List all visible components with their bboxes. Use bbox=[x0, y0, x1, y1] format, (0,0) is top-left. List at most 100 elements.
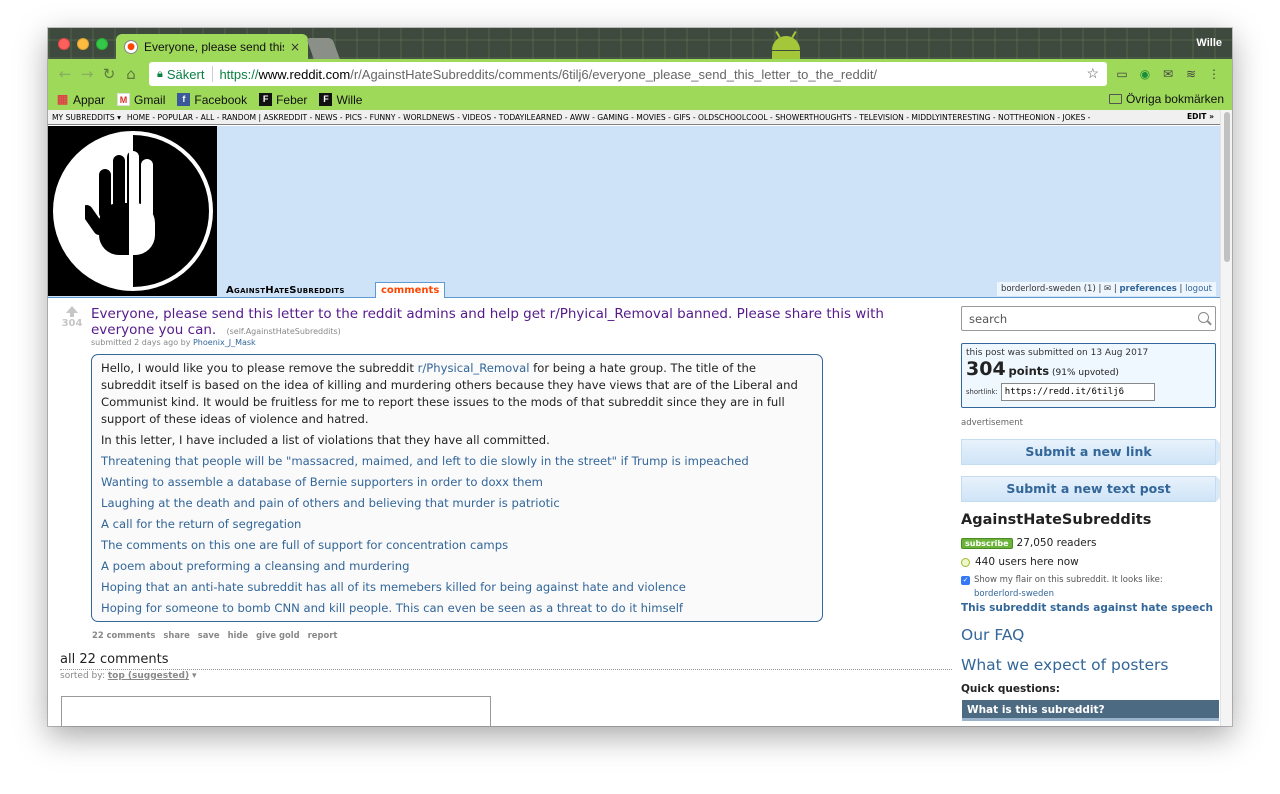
browser-tab-active[interactable]: ● Everyone, please send this letter to t… bbox=[116, 34, 308, 59]
post-domain[interactable]: (self.AgainstHateSubreddits) bbox=[227, 327, 341, 336]
tab-comments[interactable]: comments bbox=[375, 282, 446, 298]
report-link[interactable]: report bbox=[308, 630, 338, 640]
save-link[interactable]: save bbox=[198, 630, 220, 640]
profile-name[interactable]: Wille bbox=[1196, 37, 1222, 49]
violation-link[interactable]: Hoping that an anti-hate subreddit has a… bbox=[101, 579, 813, 596]
subreddit-links[interactable]: HOME - POPULAR - ALL - RANDOM | ASKREDDI… bbox=[127, 113, 1220, 122]
back-icon[interactable]: ← bbox=[54, 65, 76, 83]
sidebar-subreddit-title[interactable]: AgainstHateSubreddits bbox=[961, 512, 1151, 528]
address-bar[interactable]: 🔒︎ Säkert https://www.reddit.com/r/Again… bbox=[149, 62, 1107, 86]
upvote-ratio: (91% upvoted) bbox=[1052, 368, 1119, 378]
bookmark-star-icon[interactable]: ☆ bbox=[1086, 65, 1099, 82]
author-link[interactable]: Phoenix_J_Mask bbox=[193, 338, 256, 347]
hand-icon bbox=[85, 151, 155, 255]
bookmark-wille[interactable]: F Wille bbox=[319, 93, 362, 107]
violation-link[interactable]: Threatening that people will be "massacr… bbox=[101, 453, 813, 470]
bookmark-gmail[interactable]: M Gmail bbox=[117, 93, 165, 107]
browser-toolbar: ← → ↻ ⌂ 🔒︎ Säkert https://www.reddit.com… bbox=[48, 59, 1232, 89]
forward-icon[interactable]: → bbox=[76, 65, 98, 83]
bookmark-facebook[interactable]: f Facebook bbox=[177, 93, 247, 107]
subreddit-name-link[interactable]: AgainstHateSubreddits bbox=[226, 285, 345, 296]
reload-icon[interactable]: ↻ bbox=[98, 65, 120, 83]
subscribe-button[interactable]: subscribe bbox=[961, 537, 1013, 549]
quick-questions-heading: Quick questions: bbox=[961, 683, 1060, 695]
tab-title: Everyone, please send this letter to the… bbox=[144, 39, 284, 54]
secure-label: Säkert bbox=[166, 66, 205, 82]
bookmark-other[interactable]: Övriga bokmärken bbox=[1108, 92, 1224, 106]
sort-dropdown[interactable]: top (suggested) bbox=[108, 671, 189, 681]
upvote-arrow-icon[interactable] bbox=[60, 306, 84, 317]
body-paragraph: Hello, I would like you to please remove… bbox=[101, 361, 798, 426]
folder-icon bbox=[1108, 94, 1122, 104]
sort-menu: sorted by: top (suggested) ▾ bbox=[60, 671, 197, 681]
shortlink-row: shortlink: bbox=[966, 383, 1211, 401]
user-bar: borderlord-sweden (1) | ✉ | preferences … bbox=[996, 282, 1216, 296]
subreddit-bar: MY SUBREDDITS ▾ HOME - POPULAR - ALL - R… bbox=[48, 110, 1220, 125]
new-tab-button[interactable] bbox=[306, 38, 340, 59]
menu-icon[interactable]: ⋮ bbox=[1206, 66, 1222, 82]
shortlink-field[interactable] bbox=[1000, 383, 1155, 401]
lock-icon: 🔒︎ bbox=[157, 67, 163, 80]
bookmark-feber[interactable]: F Feber bbox=[259, 93, 307, 107]
what-is-subreddit-accordion[interactable]: What is this subreddit? bbox=[962, 700, 1219, 721]
feber-icon: F bbox=[259, 93, 273, 106]
extension-green-icon[interactable]: ◉ bbox=[1137, 66, 1153, 82]
hide-link[interactable]: hide bbox=[228, 630, 249, 640]
search-input[interactable]: search bbox=[961, 306, 1216, 331]
cast-icon[interactable]: ▭ bbox=[1114, 66, 1130, 82]
home-icon[interactable]: ⌂ bbox=[120, 65, 142, 83]
comments-count-link[interactable]: 22 comments bbox=[92, 630, 155, 640]
url-path: /r/AgainstHateSubreddits/comments/6tilj6… bbox=[350, 66, 878, 82]
scrollbar-thumb[interactable] bbox=[1224, 112, 1230, 262]
flair-checkbox[interactable]: ✓ bbox=[961, 576, 970, 585]
search-icon[interactable] bbox=[1198, 312, 1209, 323]
post-title: Everyone, please send this letter to the… bbox=[91, 306, 911, 340]
layers-extension-icon[interactable]: ≋ bbox=[1183, 66, 1199, 82]
edit-subreddits-link[interactable]: EDIT » bbox=[1180, 110, 1220, 124]
violation-link[interactable]: Hoping for someone to bomb CNN and kill … bbox=[101, 600, 813, 617]
submit-link-button[interactable]: Submit a new link bbox=[961, 439, 1220, 465]
android-theme-icon bbox=[766, 30, 806, 61]
violation-link[interactable]: A call for the return of segregation bbox=[101, 516, 813, 533]
subreddit-logo[interactable] bbox=[48, 126, 217, 296]
violation-link[interactable]: A poem about preforming a cleansing and … bbox=[101, 558, 813, 575]
wille-icon: F bbox=[319, 93, 333, 106]
tab-close-icon[interactable]: × bbox=[290, 40, 300, 54]
post-tagline: submitted 2 days ago by Phoenix_J_Mask bbox=[91, 338, 256, 347]
omnibox-divider bbox=[212, 66, 214, 82]
comment-textarea[interactable] bbox=[61, 696, 491, 726]
share-link[interactable]: share bbox=[163, 630, 189, 640]
chevron-down-icon[interactable]: ▾ bbox=[192, 671, 197, 681]
close-window-button[interactable] bbox=[58, 38, 70, 50]
violation-link[interactable]: Laughing at the death and pain of others… bbox=[101, 495, 813, 512]
bookmark-apps[interactable]: ▦ Appar bbox=[56, 93, 105, 107]
post-score: 304 bbox=[61, 318, 83, 329]
expect-link[interactable]: What we expect of posters bbox=[961, 656, 1168, 674]
facebook-icon: f bbox=[177, 93, 191, 106]
violation-link[interactable]: The comments on this one are full of sup… bbox=[101, 537, 813, 554]
maximize-window-button[interactable] bbox=[96, 38, 108, 50]
subreddit-mention-link[interactable]: r/Physical_Removal bbox=[418, 361, 530, 375]
submit-text-button[interactable]: Submit a new text post bbox=[961, 476, 1220, 502]
preferences-link[interactable]: preferences bbox=[1119, 284, 1176, 294]
comments-heading: all 22 comments bbox=[60, 652, 952, 670]
post-actions: 22 comments share save hide give gold re… bbox=[92, 630, 337, 640]
vote-column: 304 bbox=[60, 306, 84, 329]
my-subreddits-dropdown[interactable]: MY SUBREDDITS ▾ bbox=[52, 113, 121, 122]
points-number: 304 bbox=[966, 358, 1006, 380]
minimize-window-button[interactable] bbox=[77, 38, 89, 50]
url-scheme: https:// bbox=[219, 66, 259, 82]
username-link[interactable]: borderlord-sweden bbox=[1001, 284, 1081, 294]
logout-link[interactable]: logout bbox=[1185, 284, 1212, 294]
page-scrollbar[interactable] bbox=[1220, 110, 1232, 726]
apps-grid-icon: ▦ bbox=[56, 92, 69, 106]
flair-name: borderlord-sweden bbox=[974, 589, 1055, 599]
mail-extension-icon[interactable]: ✉ bbox=[1160, 66, 1176, 82]
faq-link[interactable]: Our FAQ bbox=[961, 626, 1024, 644]
give-gold-link[interactable]: give gold bbox=[256, 630, 300, 640]
reddit-favicon-icon: ● bbox=[124, 39, 138, 54]
post-title-link[interactable]: Everyone, please send this letter to the… bbox=[91, 306, 884, 338]
mail-icon[interactable]: ✉ bbox=[1104, 284, 1111, 294]
reddit-page: MY SUBREDDITS ▾ HOME - POPULAR - ALL - R… bbox=[48, 110, 1220, 726]
violation-link[interactable]: Wanting to assemble a database of Bernie… bbox=[101, 474, 813, 491]
